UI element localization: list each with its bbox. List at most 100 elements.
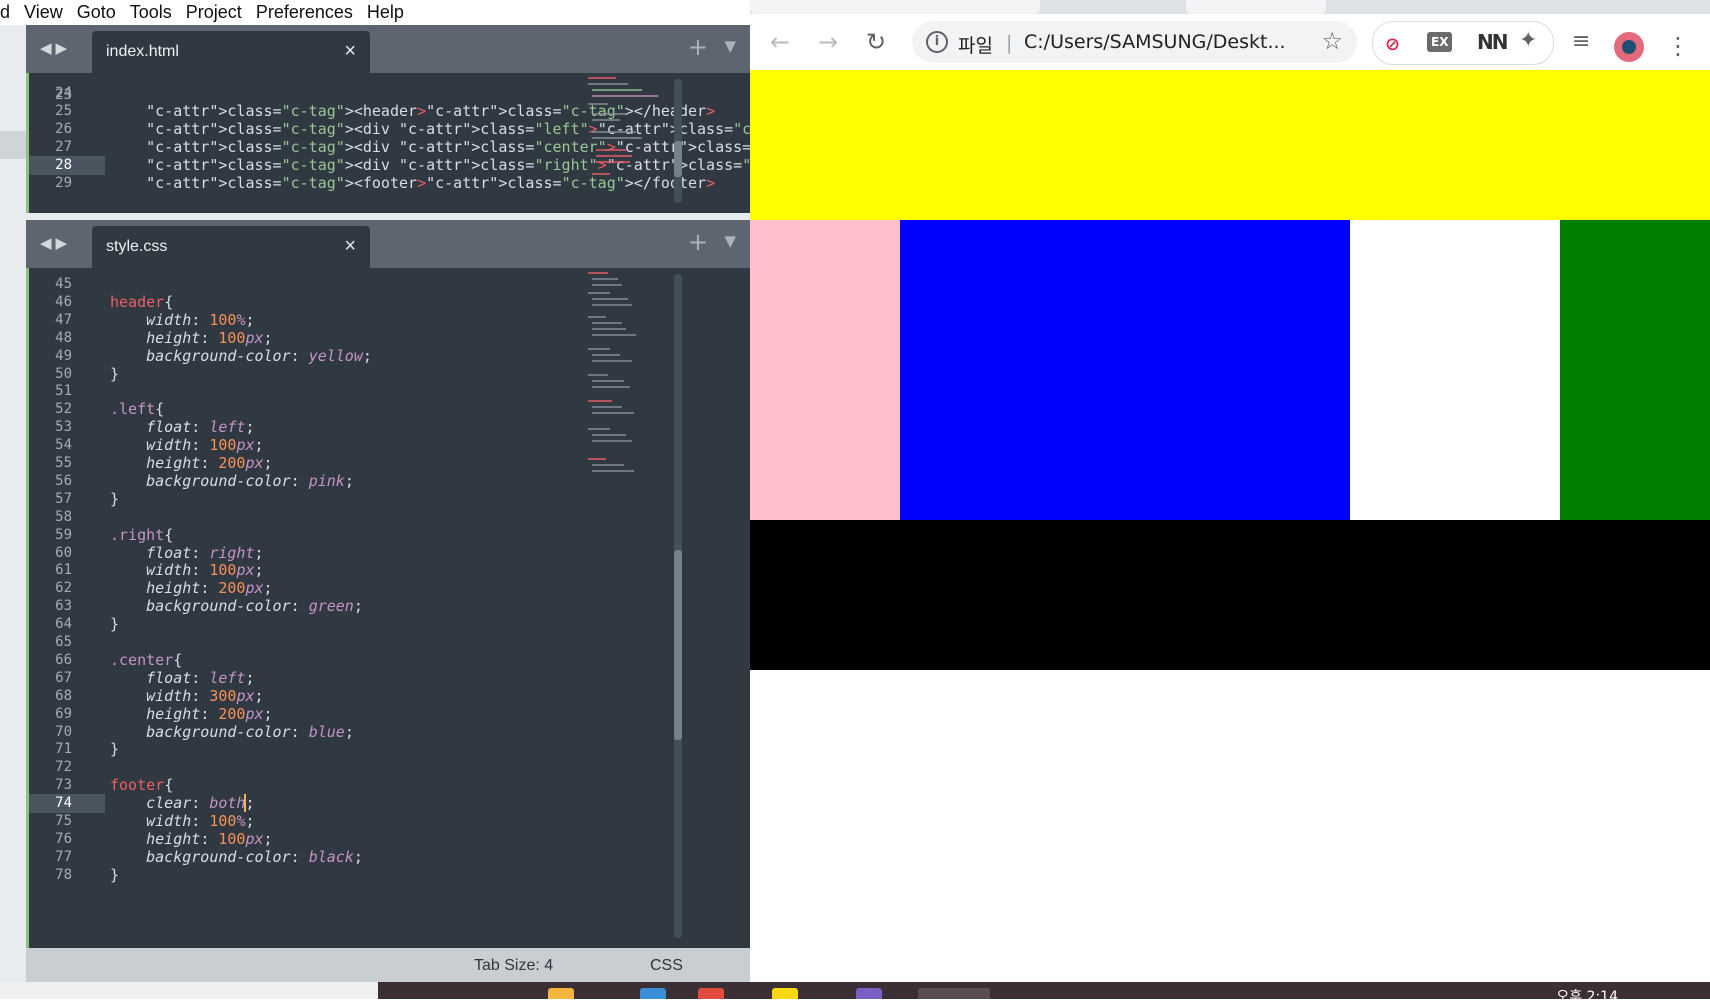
- code-line[interactable]: 74 clear: both;: [26, 794, 626, 814]
- code-line[interactable]: 73 footer{: [26, 776, 626, 795]
- code-line[interactable]: 51: [26, 382, 626, 401]
- tab-nav-arrows-icon[interactable]: ◀▶: [40, 39, 71, 57]
- tab-size-indicator[interactable]: Tab Size: 4: [474, 957, 553, 975]
- code-line[interactable]: 49 background-color: yellow;: [26, 347, 626, 366]
- browser-tab[interactable]: [750, 0, 1040, 14]
- code-line[interactable]: 67 float: left;: [26, 669, 626, 688]
- code-line[interactable]: 60 float: right;: [26, 544, 626, 563]
- code-line[interactable]: 27 "c-attr">class="c-tag"><div "c-attr">…: [26, 138, 750, 157]
- code-line[interactable]: 54 width: 100px;: [26, 436, 626, 455]
- code-line[interactable]: 70 background-color: blue;: [26, 723, 626, 742]
- code-line[interactable]: 75 width: 100%;: [26, 812, 626, 831]
- menu-item-d[interactable]: d: [0, 2, 17, 23]
- tab-menu-dropdown-icon[interactable]: ▼: [724, 232, 736, 250]
- code-line[interactable]: 71}: [26, 740, 626, 759]
- close-icon[interactable]: ×: [344, 235, 356, 258]
- code-line[interactable]: 77 background-color: black;: [26, 848, 626, 867]
- reload-icon[interactable]: ↻: [866, 24, 886, 60]
- css-minimap[interactable]: [588, 268, 668, 488]
- tab-menu-dropdown-icon[interactable]: ▼: [724, 37, 736, 55]
- rendered-left-block: [750, 220, 900, 520]
- code-line[interactable]: 24: [26, 84, 626, 103]
- address-url[interactable]: C:/Users/SAMSUNG/Deskt...: [1024, 31, 1286, 53]
- taskbar-app-icon[interactable]: [640, 988, 666, 999]
- line-number: 74: [55, 795, 72, 812]
- code-line-partial: 30: [26, 207, 626, 213]
- taskbar-app-icon[interactable]: [856, 988, 882, 999]
- code-line[interactable]: 68 width: 300px;: [26, 687, 626, 706]
- html-scrollbar-thumb[interactable]: [674, 141, 682, 177]
- code-line[interactable]: 72: [26, 758, 626, 777]
- line-number: 56: [55, 472, 72, 489]
- close-icon[interactable]: ×: [344, 40, 356, 63]
- code-line[interactable]: 56 background-color: pink;: [26, 472, 626, 491]
- info-icon[interactable]: i: [926, 31, 948, 53]
- tab-nav-arrows-icon[interactable]: ◀▶: [40, 234, 71, 252]
- back-arrow-icon[interactable]: ←: [770, 24, 790, 60]
- code-line[interactable]: 45: [26, 275, 626, 294]
- tab-style-css[interactable]: style.css ×: [92, 226, 370, 268]
- kebab-menu-icon[interactable]: ⋮: [1666, 30, 1690, 62]
- new-tab-plus-icon[interactable]: +: [688, 33, 708, 61]
- code-line[interactable]: 48 height: 100px;: [26, 329, 626, 348]
- code-line[interactable]: 57}: [26, 490, 626, 509]
- menu-item-help[interactable]: Help: [360, 2, 411, 23]
- ex-extension-icon[interactable]: EX: [1427, 32, 1453, 52]
- code-line[interactable]: 52 .left{: [26, 400, 626, 419]
- menu-item-goto[interactable]: Goto: [70, 2, 123, 23]
- code-line[interactable]: 66 .center{: [26, 651, 626, 670]
- git-gutter-bar: [26, 73, 29, 213]
- line-number: 52: [55, 401, 72, 418]
- line-number: 50: [55, 365, 72, 382]
- taskbar-app-icon[interactable]: [698, 988, 724, 999]
- html-minimap[interactable]: [588, 73, 668, 193]
- line-number: 70: [55, 723, 72, 740]
- menu-item-tools[interactable]: Tools: [123, 2, 179, 23]
- menu-item-preferences[interactable]: Preferences: [249, 2, 360, 23]
- line-number: 53: [55, 419, 72, 436]
- code-line[interactable]: 59 .right{: [26, 526, 626, 545]
- code-line[interactable]: 65: [26, 633, 626, 652]
- rendered-footer-block: [750, 520, 1710, 670]
- code-line[interactable]: 46 header{: [26, 293, 626, 312]
- code-line[interactable]: 62 height: 200px;: [26, 579, 626, 598]
- star-icon[interactable]: ☆: [1321, 27, 1343, 55]
- code-line[interactable]: 61 width: 100px;: [26, 561, 626, 580]
- html-editor-pane[interactable]: ◀▶ index.html × + ▼ 23 30 2425 "c-attr">…: [26, 25, 750, 213]
- code-line[interactable]: 78}: [26, 866, 626, 885]
- css-scrollbar[interactable]: [674, 274, 682, 938]
- puzzle-icon[interactable]: ✦: [1519, 28, 1537, 53]
- adblock-extension-icon[interactable]: ⊘: [1385, 34, 1400, 55]
- avatar[interactable]: [1614, 32, 1644, 62]
- taskbar-active-app[interactable]: [918, 988, 990, 999]
- reading-list-icon[interactable]: ≡: [1572, 24, 1590, 60]
- taskbar-app-icon[interactable]: [548, 988, 574, 999]
- address-bar[interactable]: i 파일 | C:/Users/SAMSUNG/Deskt... ☆: [912, 21, 1357, 63]
- tab-index-html[interactable]: index.html ×: [92, 31, 370, 73]
- new-tab-plus-icon[interactable]: +: [688, 228, 708, 256]
- menu-item-view[interactable]: View: [17, 2, 70, 23]
- code-line[interactable]: 25 "c-attr">class="c-tag"><header>"c-att…: [26, 102, 715, 121]
- css-scrollbar-thumb[interactable]: [674, 550, 682, 740]
- code-line[interactable]: 47 width: 100%;: [26, 311, 626, 330]
- code-line[interactable]: 69 height: 200px;: [26, 705, 626, 724]
- code-line[interactable]: 76 height: 100px;: [26, 830, 626, 849]
- code-line[interactable]: 50}: [26, 365, 626, 384]
- code-line[interactable]: 63 background-color: green;: [26, 597, 626, 616]
- code-line[interactable]: 58: [26, 508, 626, 527]
- code-line[interactable]: 53 float: left;: [26, 418, 626, 437]
- taskbar-app-icon[interactable]: [772, 988, 798, 999]
- line-number: 73: [55, 777, 72, 794]
- code-line[interactable]: 55 height: 200px;: [26, 454, 626, 473]
- code-line[interactable]: 64}: [26, 615, 626, 634]
- code-line[interactable]: 26 "c-attr">class="c-tag"><div "c-attr">…: [26, 120, 750, 139]
- menu-item-project[interactable]: Project: [179, 2, 249, 23]
- browser-tab[interactable]: [1186, 0, 1326, 14]
- code-line[interactable]: 28 "c-attr">class="c-tag"><div "c-attr">…: [26, 155, 750, 175]
- syntax-indicator[interactable]: CSS: [650, 957, 683, 975]
- extension-logo-icon[interactable]: NN: [1477, 30, 1509, 54]
- code-line[interactable]: 29 "c-attr">class="c-tag"><footer>"c-att…: [26, 174, 715, 193]
- forward-arrow-icon[interactable]: →: [818, 24, 838, 60]
- html-scrollbar[interactable]: [674, 79, 682, 203]
- css-editor-pane[interactable]: ◀▶ style.css × + ▼ 45 46 header{47 width: …: [26, 220, 750, 948]
